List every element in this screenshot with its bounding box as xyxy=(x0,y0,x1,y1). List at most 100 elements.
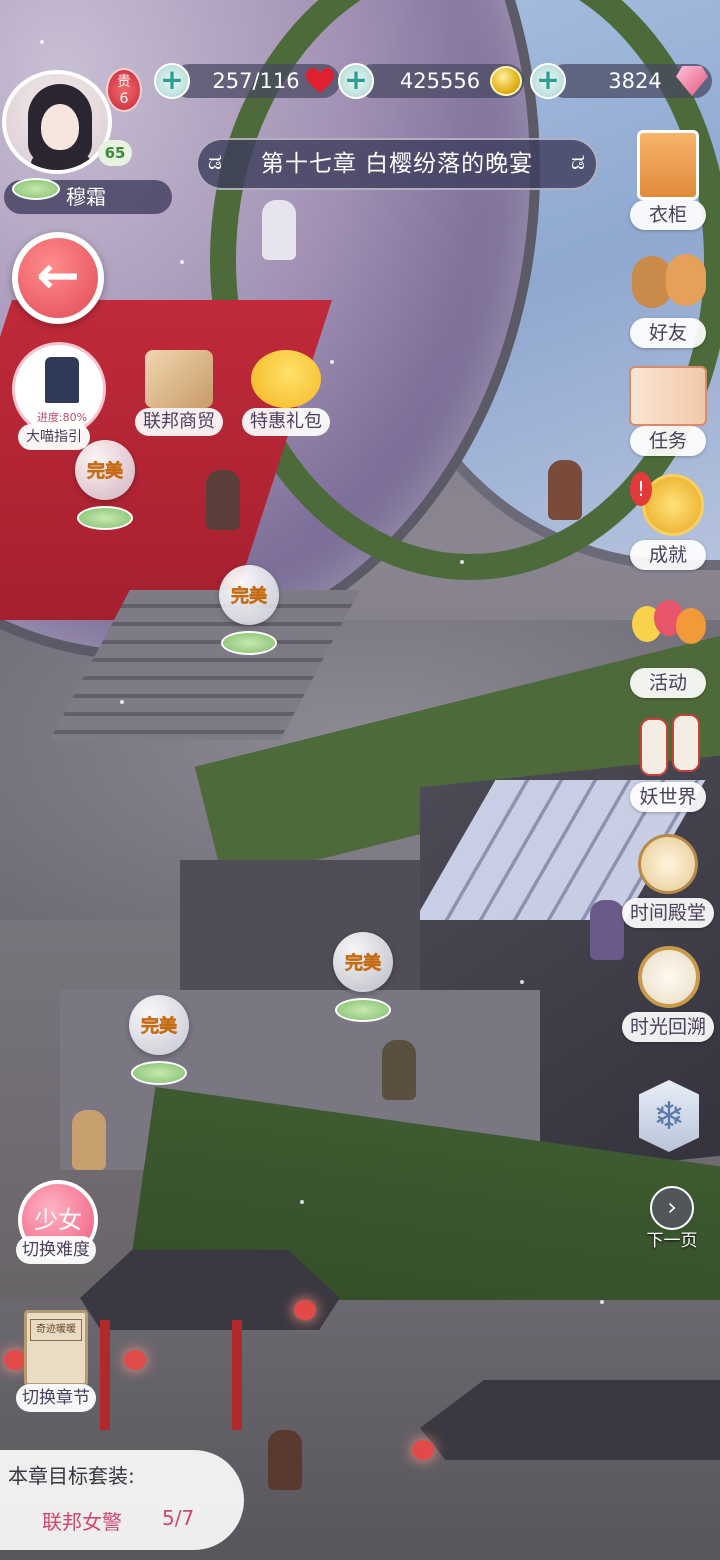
back-button[interactable]: ← xyxy=(12,232,104,324)
lantern xyxy=(294,1300,316,1320)
diamond-icon xyxy=(676,66,708,96)
add-coins-button[interactable]: + xyxy=(338,63,374,99)
guide-progress: 进度:80% xyxy=(36,411,88,424)
add-stamina-button[interactable]: + xyxy=(154,63,190,99)
perfect-label: 完美 xyxy=(231,586,268,608)
stamina-bar: + 257/116 xyxy=(154,63,340,99)
snowflake-icon: ❄ xyxy=(639,1080,699,1152)
side-friends-label: 好友 xyxy=(630,318,706,348)
coins-bar: + 425556 xyxy=(338,63,524,99)
npc-character[interactable] xyxy=(206,470,240,530)
stage-base xyxy=(335,998,391,1022)
side-achievement-button[interactable]: ! 成就 xyxy=(620,472,716,570)
stage-base xyxy=(77,506,133,530)
guide-button[interactable]: 进度:80% xyxy=(12,342,106,436)
perfect-bubble: 完美 xyxy=(75,440,135,500)
next-page-button[interactable]: › 下一页 xyxy=(636,1186,708,1251)
player-name-plate[interactable]: 穆霜 xyxy=(4,178,172,214)
goal-progress: 5/7 xyxy=(162,1506,195,1530)
player-name: 穆霜 xyxy=(66,185,106,209)
back-arrow-icon: ← xyxy=(18,238,98,318)
task-book-icon xyxy=(629,366,707,426)
guide-label: 大喵指引 xyxy=(18,424,90,450)
gift-box-icon xyxy=(145,350,213,408)
pavilion-pillar xyxy=(100,1320,110,1430)
side-achievement-label: 成就 xyxy=(630,540,706,570)
side-friends-button[interactable]: 好友 xyxy=(620,250,716,348)
side-time-hall-button[interactable]: 时间殿堂 xyxy=(620,830,716,928)
chick-gift-icon xyxy=(251,350,321,408)
next-page-label: 下一页 xyxy=(646,1231,698,1251)
side-wardrobe-label: 衣柜 xyxy=(630,200,706,230)
snowflake-particle xyxy=(120,700,124,704)
side-tasks-button[interactable]: 任务 xyxy=(620,366,716,456)
snowflake-particle xyxy=(300,1200,304,1204)
snowflake-particle xyxy=(40,40,44,44)
player-avatar[interactable] xyxy=(2,70,112,174)
side-time-hall-label: 时间殿堂 xyxy=(621,898,714,928)
npc-character[interactable] xyxy=(548,460,582,520)
player-character[interactable] xyxy=(268,1430,302,1490)
federation-shop-button[interactable]: 联邦商贸 xyxy=(134,350,224,436)
lantern-icon xyxy=(626,714,710,782)
side-yokai-world-label: 妖世界 xyxy=(630,782,706,812)
perfect-bubble: 完美 xyxy=(333,932,393,992)
perfect-label: 完美 xyxy=(87,461,124,483)
banner-curl-left-icon: ಡ xyxy=(208,150,224,175)
player-level-badge: 65 xyxy=(98,140,132,166)
pavilion-pillar xyxy=(232,1320,242,1430)
gift-pack-button[interactable]: 特惠礼包 xyxy=(240,350,332,436)
npc-character[interactable] xyxy=(72,1110,106,1170)
snowflake-menu-button[interactable]: ❄ xyxy=(634,1080,704,1170)
side-events-button[interactable]: 活动 xyxy=(620,600,716,698)
chevron-right-icon: › xyxy=(650,1186,694,1230)
vip-badge[interactable]: 贵 6 xyxy=(106,68,142,112)
stage-marker[interactable]: 完美 xyxy=(212,565,286,655)
compass-icon xyxy=(626,830,710,898)
heart-icon xyxy=(306,68,334,94)
coin-icon xyxy=(490,66,522,96)
stamina-value: 257/116 xyxy=(212,69,300,93)
goal-suit-name: 联邦女警 xyxy=(42,1510,122,1534)
snowflake-particle xyxy=(520,980,524,984)
perfect-label: 完美 xyxy=(141,1016,178,1038)
perfect-label: 完美 xyxy=(345,953,382,975)
goal-heading: 本章目标套装: xyxy=(8,1464,135,1488)
side-time-rewind-button[interactable]: 时光回溯 xyxy=(620,944,716,1042)
lantern xyxy=(412,1440,434,1460)
chapter-title-banner[interactable]: ಡ 第十七章 白樱纷落的晚宴 ಡ xyxy=(196,138,598,190)
npc-character[interactable] xyxy=(262,200,296,260)
difficulty-label: 切换难度 xyxy=(16,1236,96,1264)
game-map-scene[interactable] xyxy=(0,0,720,1560)
perfect-bubble: 完美 xyxy=(129,995,189,1055)
chapter-goal-panel[interactable]: 本章目标套装: 联邦女警 5/7 xyxy=(0,1450,244,1550)
stage-marker[interactable]: 完美 xyxy=(68,440,142,530)
gift-pack-label: 特惠礼包 xyxy=(242,408,330,436)
npc-character[interactable] xyxy=(590,900,624,960)
lantern xyxy=(4,1350,26,1370)
stage-marker[interactable]: 完美 xyxy=(122,995,196,1085)
stage-base xyxy=(221,631,277,655)
snowflake-particle xyxy=(460,560,464,564)
achievement-medal-icon: ! xyxy=(626,472,710,540)
federation-shop-label: 联邦商贸 xyxy=(135,408,223,436)
coins-value: 425556 xyxy=(399,69,481,93)
side-wardrobe-button[interactable]: 衣柜 xyxy=(620,130,716,230)
npc-character[interactable] xyxy=(382,1040,416,1100)
chapter-switch-label: 切换章节 xyxy=(16,1384,96,1412)
diamonds-value: 3824 xyxy=(608,69,662,93)
chapter-title: 第十七章 白樱纷落的晚宴 xyxy=(260,151,534,177)
chapter-switch-button[interactable]: 奇迹暖暖 xyxy=(24,1310,88,1386)
side-events-label: 活动 xyxy=(630,668,706,698)
balloons-icon xyxy=(626,600,710,668)
clock-icon xyxy=(626,944,710,1012)
side-yokai-world-button[interactable]: 妖世界 xyxy=(620,714,716,812)
friends-icon xyxy=(626,250,710,318)
name-plate-chip-icon xyxy=(12,178,60,200)
lantern xyxy=(124,1350,146,1370)
stage-marker[interactable]: 完美 xyxy=(326,932,400,1022)
add-diamonds-button[interactable]: + xyxy=(530,63,566,99)
stage-base xyxy=(131,1061,187,1085)
chapter-book-title: 奇迹暖暖 xyxy=(30,1319,82,1341)
snowflake-particle xyxy=(180,260,184,264)
